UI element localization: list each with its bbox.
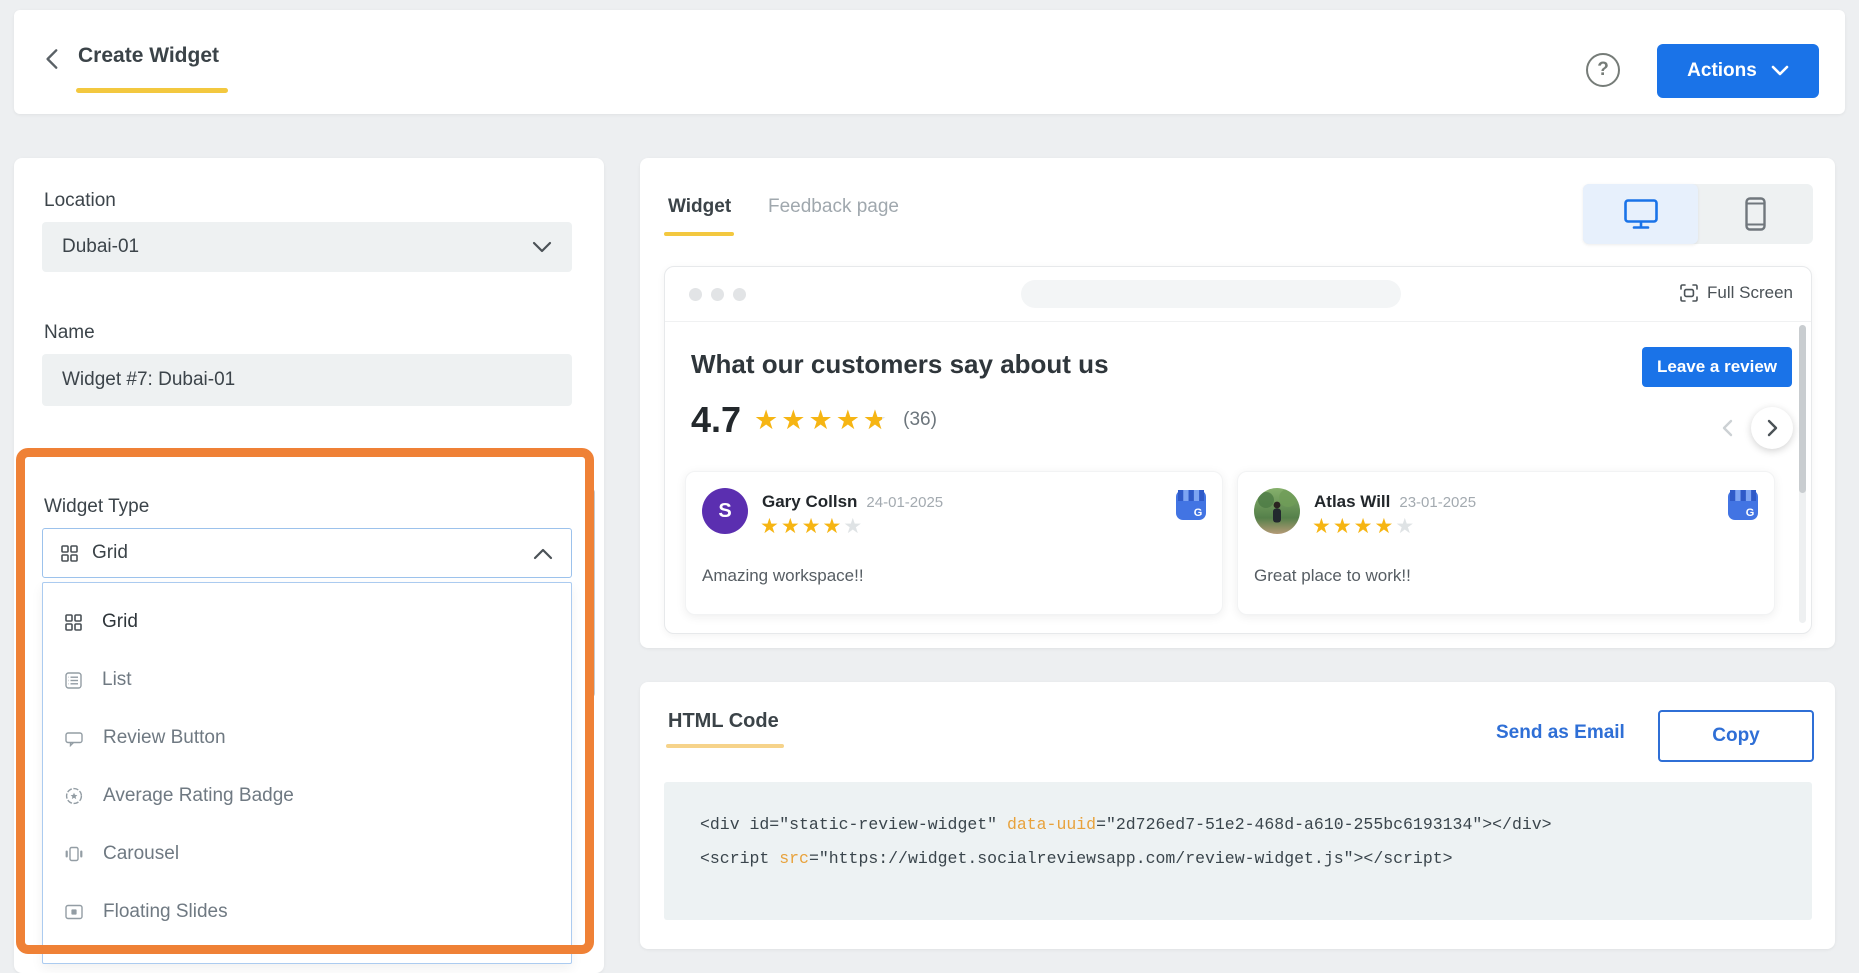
google-business-icon: G: [1176, 490, 1206, 520]
actions-button[interactable]: Actions: [1657, 44, 1819, 98]
option-label: Carousel: [103, 843, 179, 865]
html-code-title: HTML Code: [668, 710, 779, 733]
review-count: (36): [903, 409, 937, 431]
reviewer-name: Atlas Will23-01-2025: [1314, 492, 1476, 512]
window-dot-icon: [733, 288, 746, 301]
grid-icon: [65, 614, 82, 631]
widget-type-option-average-rating-badge[interactable]: Average Rating Badge: [43, 767, 571, 825]
review-date: 23-01-2025: [1399, 494, 1476, 511]
chevron-left-icon: [40, 46, 66, 72]
chevron-down-icon: [1771, 65, 1789, 77]
html-code-panel: HTML Code Send as Email Copy <div id="st…: [640, 682, 1835, 949]
avatar: [1254, 488, 1300, 534]
html-code-underline: [666, 744, 784, 748]
review-card: S Gary Collsn24-01-2025 ★★★★★ Amazing wo…: [685, 471, 1223, 615]
full-screen-icon: [1679, 283, 1699, 303]
name-value: Widget #7: Dubai-01: [62, 369, 235, 391]
review-card: Atlas Will23-01-2025 ★★★★★ Great place t…: [1237, 471, 1775, 615]
widget-type-option-grid[interactable]: Grid: [43, 593, 571, 651]
chevron-right-icon: [1761, 417, 1783, 439]
mobile-icon: [1745, 197, 1766, 231]
name-input[interactable]: Widget #7: Dubai-01: [42, 354, 572, 406]
location-value: Dubai-01: [62, 236, 139, 258]
help-button[interactable]: ?: [1586, 53, 1620, 87]
preview-scrollbar[interactable]: [1799, 325, 1806, 623]
location-label: Location: [44, 190, 116, 212]
widget-type-option-carousel[interactable]: Carousel: [43, 825, 571, 883]
name-label: Name: [44, 322, 95, 344]
embed-code-block[interactable]: <div id="static-review-widget" data-uuid…: [664, 782, 1812, 920]
option-label: Review Button: [103, 727, 226, 749]
average-rating-stars: ★★★★★★: [754, 407, 890, 434]
review-stars: ★★★★★: [760, 516, 864, 537]
widget-type-select[interactable]: Grid: [42, 528, 572, 578]
option-label: Grid: [102, 611, 138, 633]
tab-widget[interactable]: Widget: [668, 196, 731, 218]
location-select[interactable]: Dubai-01: [42, 222, 572, 272]
send-as-email-button[interactable]: Send as Email: [1496, 722, 1625, 744]
widget-type-option-floating-slides[interactable]: Floating Slides: [43, 883, 571, 941]
preview-scrollbar-thumb[interactable]: [1799, 325, 1806, 493]
average-rating-value: 4.7: [691, 399, 741, 441]
window-dot-icon: [689, 288, 702, 301]
avatar-letter: S: [718, 500, 731, 523]
mobile-toggle-button[interactable]: [1698, 184, 1813, 244]
actions-button-label: Actions: [1687, 60, 1757, 82]
option-label: Average Rating Badge: [103, 785, 294, 807]
back-button[interactable]: [40, 46, 70, 76]
google-business-icon: G: [1728, 490, 1758, 520]
average-rating-row: 4.7 ★★★★★★ (36): [691, 399, 937, 441]
question-mark-icon: ?: [1597, 59, 1609, 81]
preview-panel: Widget Feedback page: [640, 158, 1835, 648]
full-screen-button[interactable]: Full Screen: [1679, 283, 1793, 303]
widget-settings-panel: Location Dubai-01 Name Widget #7: Dubai-…: [14, 158, 604, 973]
carousel-prev-button[interactable]: [1717, 417, 1739, 439]
device-toggle: [1583, 184, 1813, 244]
desktop-toggle-button[interactable]: [1583, 184, 1698, 244]
review-date: 24-01-2025: [866, 494, 943, 511]
carousel-next-button[interactable]: [1751, 407, 1793, 449]
chevron-left-icon: [1717, 417, 1739, 439]
review-text: Amazing workspace!!: [702, 566, 864, 586]
widget-type-label: Widget Type: [44, 496, 149, 518]
window-dot-icon: [711, 288, 724, 301]
option-label: Floating Slides: [103, 901, 228, 923]
widget-type-option-review-button[interactable]: Review Button: [43, 709, 571, 767]
address-bar-placeholder: [1021, 280, 1401, 308]
desktop-icon: [1623, 198, 1659, 230]
list-icon: [65, 672, 82, 689]
chevron-up-icon: [533, 547, 553, 560]
grid-icon: [61, 545, 78, 562]
avatar-photo: [1254, 488, 1300, 534]
reviewer-name: Gary Collsn24-01-2025: [762, 492, 943, 512]
copy-button[interactable]: Copy: [1658, 710, 1814, 762]
tab-widget-underline: [664, 232, 734, 236]
widget-type-dropdown: Grid List R: [42, 582, 572, 964]
svg-text:G: G: [1194, 507, 1203, 519]
carousel-icon: [65, 846, 83, 862]
widget-type-option-list[interactable]: List: [43, 651, 571, 709]
option-label: List: [102, 669, 132, 691]
review-text: Great place to work!!: [1254, 566, 1411, 586]
full-screen-label: Full Screen: [1707, 283, 1793, 303]
svg-text:G: G: [1746, 507, 1755, 519]
chevron-down-icon: [532, 241, 552, 254]
floating-slides-icon: [65, 904, 83, 920]
leave-a-review-button[interactable]: Leave a review: [1642, 347, 1792, 387]
avatar: S: [702, 488, 748, 534]
browser-mock-header: Full Screen: [665, 267, 1811, 322]
page-title: Create Widget: [78, 44, 219, 68]
review-button-icon: [65, 730, 83, 747]
panel-scrollbar[interactable]: [586, 488, 595, 698]
create-widget-page: Create Widget ? Actions Location Dubai-0…: [0, 0, 1859, 973]
tab-feedback-page[interactable]: Feedback page: [768, 196, 899, 218]
review-stars: ★★★★★: [1312, 516, 1416, 537]
average-rating-badge-icon: [65, 787, 83, 805]
top-bar: Create Widget ? Actions: [14, 10, 1845, 114]
widget-type-value: Grid: [92, 542, 128, 564]
widget-heading: What our customers say about us: [691, 349, 1109, 380]
page-title-underline: [76, 88, 228, 93]
widget-preview-window: Full Screen What our customers say about…: [664, 266, 1812, 634]
